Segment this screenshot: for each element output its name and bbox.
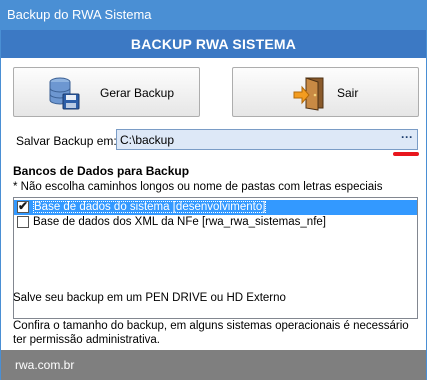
backup-path-field: ··· <box>116 129 418 150</box>
exit-button[interactable]: Sair <box>232 67 419 117</box>
exit-door-icon <box>293 77 324 111</box>
database-save-icon <box>49 77 80 110</box>
backup-window: BACKUP RWA SISTEMA Gerar Backup Sair Sal… <box>0 30 427 380</box>
checkbox[interactable]: ✔ <box>17 199 29 213</box>
window-title: Backup do RWA Sistema <box>0 0 427 30</box>
list-item-label: Base de dados dos XML da NFe [rwa_rwa_si… <box>33 216 326 228</box>
checkbox[interactable] <box>17 216 29 228</box>
generate-backup-button[interactable]: Gerar Backup <box>13 67 200 117</box>
highlight-mark <box>393 152 419 156</box>
storage-tip: Salve seu backup em um PEN DRIVE ou HD E… <box>13 292 286 304</box>
list-item-label: Base de dados do sistema [desenvolviment… <box>33 201 267 213</box>
list-item[interactable]: Base de dados dos XML da NFe [rwa_rwa_si… <box>14 215 417 230</box>
page-title: BACKUP RWA SISTEMA <box>1 30 426 58</box>
backup-path-input[interactable] <box>117 130 396 149</box>
exit-label: Sair <box>337 86 359 100</box>
footer-website: rwa.com.br <box>1 350 426 380</box>
browse-folder-button[interactable]: ··· <box>397 130 417 149</box>
databases-title: Bancos de Dados para Backup <box>13 164 190 178</box>
backup-path-label: Salvar Backup em: <box>16 134 117 148</box>
permission-tip: Confira o tamanho do backup, em alguns s… <box>13 320 409 346</box>
generate-backup-label: Gerar Backup <box>100 86 175 100</box>
check-icon: ✔ <box>18 199 29 213</box>
list-item[interactable]: ✔ Base de dados do sistema [desenvolvime… <box>14 199 417 215</box>
databases-note: * Não escolha caminhos longos ou nome de… <box>13 181 383 193</box>
